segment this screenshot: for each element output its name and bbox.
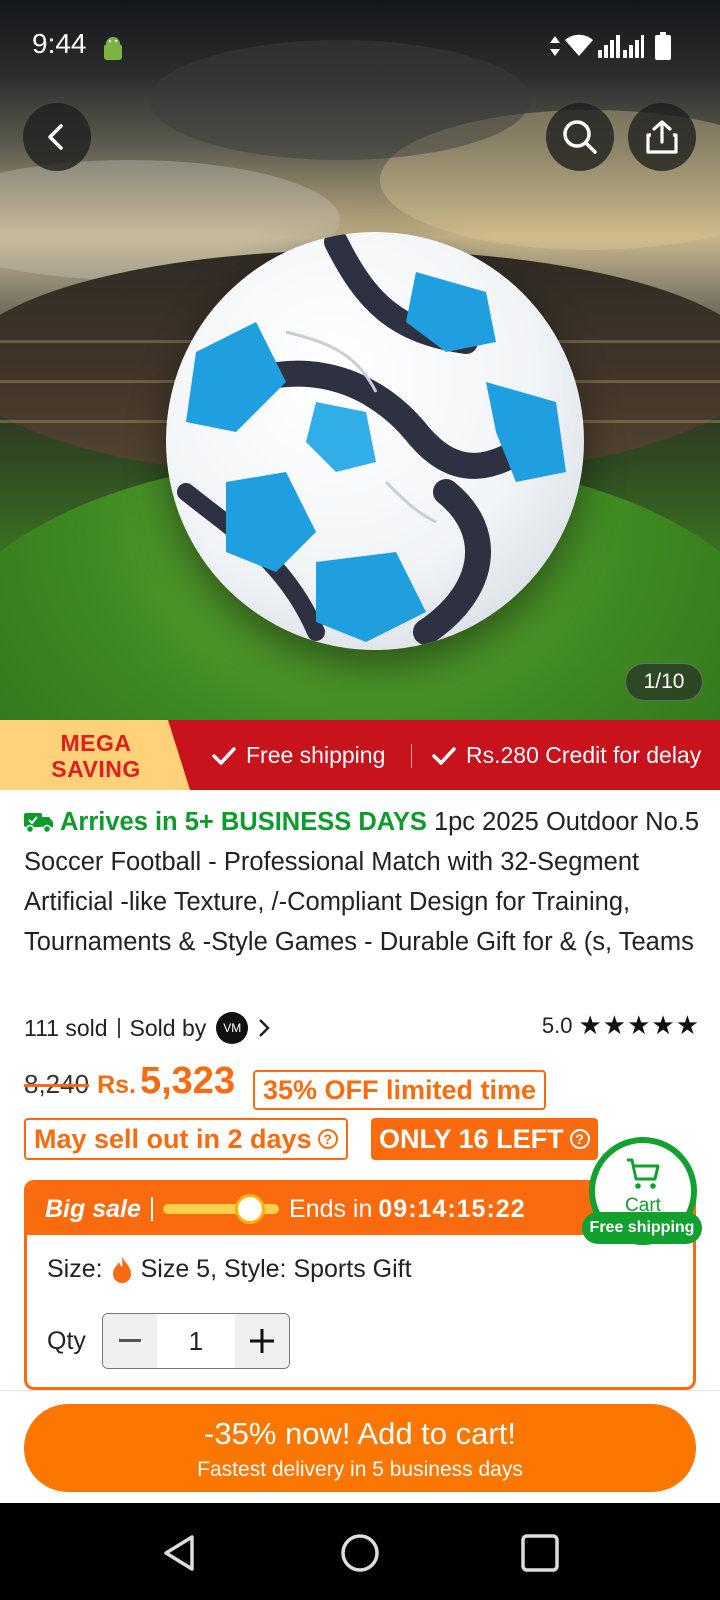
help-icon[interactable]: ? — [569, 1129, 590, 1149]
rating[interactable]: 5.0 ★★★★★ — [542, 1010, 700, 1041]
wifi-icon — [565, 34, 593, 56]
countdown-timer: 09:14:15:22 — [378, 1195, 526, 1223]
mega-saving-line2: SAVING — [51, 756, 141, 782]
share-icon — [646, 120, 678, 154]
stock-text: ONLY 16 LEFT — [379, 1123, 564, 1154]
decrease-qty-button[interactable] — [102, 1314, 157, 1368]
check-icon — [212, 746, 236, 765]
rating-stars-icon: ★★★★★ — [578, 1010, 700, 1040]
android-debug-icon — [104, 37, 122, 60]
chevron-right-icon[interactable] — [258, 1018, 271, 1038]
back-button[interactable] — [23, 103, 91, 171]
status-bar: 9:44 — [0, 0, 720, 96]
cart-icon — [627, 1158, 660, 1189]
size-label: Size: — [47, 1255, 103, 1283]
sell-out-text: May sell out in 2 days — [34, 1123, 312, 1154]
discount-badge: 35% OFF limited time — [253, 1070, 547, 1110]
back-arrow-icon — [48, 124, 63, 150]
stock-warning[interactable]: ONLY 16 LEFT ? — [371, 1118, 598, 1160]
system-navigation-bar — [0, 1503, 720, 1600]
minus-icon — [118, 1339, 141, 1342]
big-sale-label: Big sale — [45, 1195, 141, 1223]
image-counter: 1/10 — [625, 663, 703, 701]
rating-value: 5.0 — [541, 1012, 573, 1038]
sale-progress-knob — [235, 1194, 265, 1224]
free-shipping-text: Free shipping — [246, 742, 386, 768]
qty-value[interactable]: 1 — [157, 1314, 235, 1368]
delivery-estimate: Arrives in 5+ BUSINESS DAYS — [24, 808, 427, 836]
banner-divider — [411, 744, 412, 768]
quantity-stepper[interactable]: 1 — [101, 1313, 290, 1369]
current-price: 5,323 — [139, 1060, 236, 1102]
mega-saving-line1: MEGA — [60, 730, 132, 756]
currency-label: Rs. — [97, 1071, 136, 1099]
fire-icon — [112, 1256, 131, 1283]
quantity-row: Qty 1 — [47, 1313, 290, 1369]
search-icon — [563, 120, 597, 154]
plus-icon — [249, 1329, 274, 1353]
arrives-text: Arrives in 5+ BUSINESS DAYS — [60, 808, 427, 836]
size-value: Size 5, Style: Sports Gift — [140, 1255, 412, 1283]
add-to-cart-label: -35% now! Add to cart! — [204, 1416, 516, 1451]
header-divider — [151, 1197, 153, 1221]
promo-banner[interactable]: MEGA SAVING Free shipping Rs.280 Credit … — [0, 720, 720, 790]
increase-qty-button[interactable] — [234, 1314, 289, 1368]
ends-label: Ends in — [289, 1195, 373, 1223]
qty-label: Qty — [47, 1326, 86, 1355]
sold-by-label[interactable]: Sold by — [130, 1015, 207, 1042]
soccer-ball-image — [166, 232, 584, 650]
free-shipping-perk: Free shipping — [212, 742, 385, 769]
sales-info-row: 111 sold Sold by VM 5.0 ★★★★★ — [24, 1006, 700, 1046]
countdown: Ends in 09:14:15:22 — [289, 1195, 526, 1224]
check-icon — [432, 746, 456, 765]
cart-free-shipping-badge: Free shipping — [582, 1212, 702, 1244]
battery-icon — [655, 32, 671, 60]
signal-icon — [598, 35, 644, 58]
sold-count: 111 sold — [24, 1014, 108, 1041]
delivery-truck-icon — [24, 813, 53, 833]
add-to-cart-button[interactable]: -35% now! Add to cart! Fastest delivery … — [24, 1404, 696, 1492]
seller-logo-icon[interactable]: VM — [216, 1012, 249, 1044]
product-title: Arrives in 5+ BUSINESS DAYS 1pc 2025 Out… — [24, 802, 704, 962]
size-selector[interactable]: Size: Size 5, Style: Sports Gift — [47, 1255, 412, 1284]
sell-out-warning[interactable]: May sell out in 2 days ? — [24, 1118, 348, 1160]
nav-back-icon[interactable] — [158, 1531, 202, 1575]
original-price: 8,240 — [24, 1069, 90, 1099]
product-image-gallery[interactable]: 1/10 — [0, 0, 720, 720]
delivery-subtext: Fastest delivery in 5 business days — [197, 1458, 523, 1481]
delay-credit-text: Rs.280 Credit for delay — [466, 742, 702, 768]
separator — [117, 1018, 120, 1038]
data-arrows-icon — [550, 36, 560, 56]
price-row: 8,240 Rs. 5,323 — [24, 1060, 249, 1116]
delay-credit-perk: Rs.280 Credit for delay — [432, 742, 701, 769]
status-time: 9:44 — [32, 28, 87, 59]
bottom-divider — [0, 1390, 720, 1391]
nav-recents-icon[interactable] — [518, 1531, 562, 1575]
search-button[interactable] — [546, 103, 614, 171]
nav-home-icon[interactable] — [338, 1531, 382, 1575]
help-icon[interactable]: ? — [317, 1129, 338, 1149]
share-button[interactable] — [628, 103, 696, 171]
